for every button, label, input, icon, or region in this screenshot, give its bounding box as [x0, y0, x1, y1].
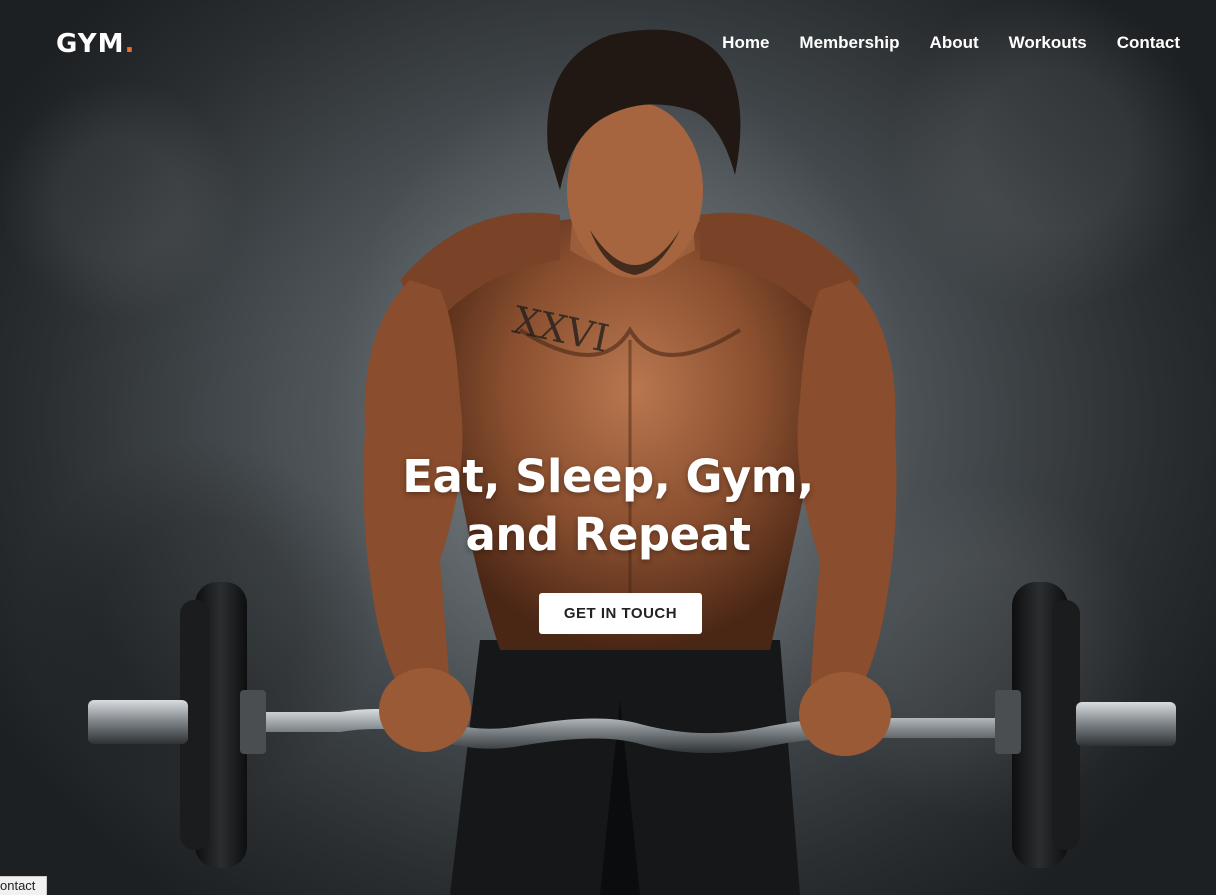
hero-section: XXVI GYM. Home Membership About Workouts: [0, 0, 1216, 895]
hero-headline: Eat, Sleep, Gym, and Repeat: [0, 448, 1216, 564]
main-nav: Home Membership About Workouts Contact: [722, 33, 1180, 53]
link-status-hint: ontact: [0, 876, 47, 895]
get-in-touch-button[interactable]: GET IN TOUCH: [539, 593, 702, 634]
nav-link-contact[interactable]: Contact: [1117, 33, 1180, 53]
hero-headline-line-1: Eat, Sleep, Gym,: [402, 450, 814, 503]
hero-headline-line-2: and Repeat: [465, 508, 751, 561]
navbar: GYM. Home Membership About Workouts Cont…: [0, 0, 1216, 88]
brand-logo[interactable]: GYM.: [56, 29, 135, 59]
nav-link-membership[interactable]: Membership: [799, 33, 899, 53]
brand-name: GYM: [56, 29, 125, 59]
brand-dot: .: [124, 29, 136, 59]
nav-link-home[interactable]: Home: [722, 33, 769, 53]
nav-link-about[interactable]: About: [930, 33, 979, 53]
link-status-text: ontact: [0, 878, 36, 893]
nav-link-workouts[interactable]: Workouts: [1009, 33, 1087, 53]
